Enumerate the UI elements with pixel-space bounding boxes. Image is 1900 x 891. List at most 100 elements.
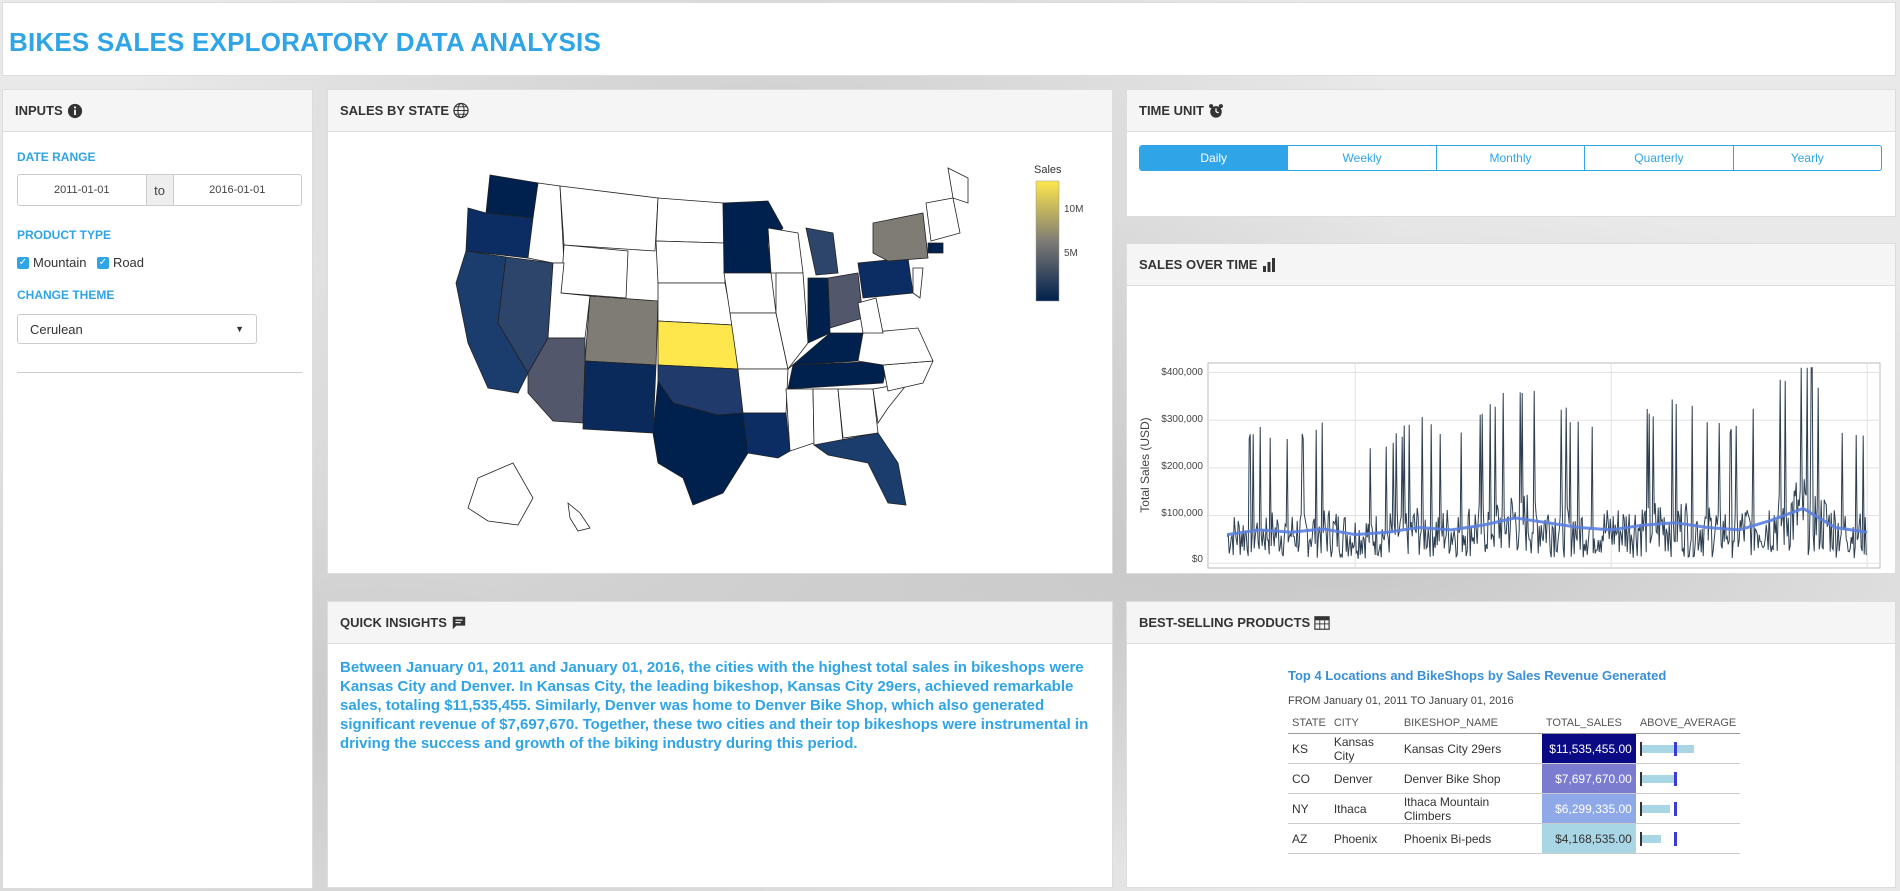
col-bikeshop: BIKESHOP_NAME <box>1399 713 1542 734</box>
app-title: BIKES SALES EXPLORATORY DATA ANALYSIS <box>9 27 602 57</box>
cell-total-sales: $7,697,670.00 <box>1541 763 1636 794</box>
state-nd <box>655 197 725 244</box>
state-va <box>857 327 934 366</box>
sales-over-time-panel: SALES OVER TIME $400,000 $300,000 $200,0… <box>1126 243 1896 574</box>
tab-yearly[interactable]: Yearly <box>1734 146 1881 170</box>
table-subtitle: FROM January 01, 2011 TO January 01, 201… <box>1288 695 1514 707</box>
theme-select[interactable]: Cerulean ▼ <box>17 314 257 344</box>
tab-quarterly[interactable]: Quarterly <box>1585 146 1734 170</box>
state-ia <box>723 272 777 314</box>
cell-above-average <box>1635 793 1741 824</box>
best-selling-header: BEST-SELLING PRODUCTS <box>1127 602 1895 644</box>
y-tick: $200,000 <box>1161 461 1203 472</box>
state-fl <box>813 432 907 506</box>
tab-daily[interactable]: Daily <box>1140 146 1289 170</box>
table-header-row: STATE CITY BIKESHOP_NAME TOTAL_SALES ABO… <box>1288 713 1741 734</box>
tab-monthly[interactable]: Monthly <box>1437 146 1586 170</box>
state-oh <box>827 272 864 329</box>
quick-insights-panel: QUICK INSIGHTS Between January 01, 2011 … <box>327 601 1113 888</box>
checkbox-checked-icon: ✓ <box>96 256 109 269</box>
us-map[interactable]: Sales 10M 5M <box>328 133 1112 573</box>
time-unit-panel: TIME UNIT Daily Weekly Monthly Quarterly… <box>1126 89 1896 217</box>
cell-bikeshop: Denver Bike Shop <box>1399 763 1542 794</box>
date-start-input[interactable]: 2011-01-01 <box>18 184 146 196</box>
cell-city: Kansas City <box>1329 733 1400 764</box>
date-range-input: 2011-01-01 to 2016-01-01 <box>17 174 302 206</box>
above-average-bar <box>1639 801 1722 816</box>
state-mt <box>559 185 659 252</box>
state-tn <box>787 360 889 390</box>
date-range-label: DATE RANGE <box>17 150 96 164</box>
state-me <box>947 167 969 204</box>
inputs-header: INPUTS <box>3 90 312 132</box>
table-row: CO Denver Denver Bike Shop $7,697,670.00 <box>1288 763 1741 794</box>
state-hi <box>567 502 591 532</box>
best-selling-panel: BEST-SELLING PRODUCTS Top 4 Locations an… <box>1126 601 1896 888</box>
legend-title: Sales <box>1034 164 1062 176</box>
state-nm <box>582 360 657 434</box>
alarm-clock-icon <box>1208 103 1224 119</box>
cell-state: NY <box>1288 793 1330 824</box>
checkbox-mountain-label: Mountain <box>33 255 87 270</box>
state-nc <box>882 360 934 392</box>
state-ak <box>467 462 534 526</box>
table-title: Top 4 Locations and BikeShops by Sales R… <box>1288 668 1667 683</box>
above-average-fill <box>1641 744 1694 753</box>
above-average-fill <box>1641 804 1671 813</box>
above-average-bar <box>1639 741 1722 756</box>
cell-city: Ithaca <box>1329 793 1400 824</box>
best-selling-title: BEST-SELLING PRODUCTS <box>1139 615 1311 630</box>
sales-by-state-title: SALES BY STATE <box>340 103 450 118</box>
state-nj <box>912 267 924 299</box>
average-marker <box>1673 831 1677 846</box>
legend-tick-5m: 5M <box>1064 248 1078 259</box>
above-average-fill <box>1641 834 1661 843</box>
checkbox-mountain[interactable]: ✓ Mountain <box>17 255 86 270</box>
sales-over-time-chart[interactable]: $400,000 $300,000 $200,000 $100,000 $0 2… <box>1127 287 1895 575</box>
col-total-sales: TOTAL_SALES <box>1541 713 1636 734</box>
date-end-input[interactable]: 2016-01-01 <box>174 184 302 196</box>
above-average-fill <box>1641 774 1677 783</box>
checkbox-road[interactable]: ✓ Road <box>96 255 144 270</box>
state-wa <box>485 174 539 219</box>
inputs-panel: INPUTS DATE RANGE 2011-01-01 to 2016-01-… <box>2 89 313 889</box>
cell-bikeshop: Phoenix Bi-peds <box>1399 823 1542 854</box>
info-icon[interactable] <box>67 103 83 119</box>
globe-icon <box>453 102 469 119</box>
state-mi <box>805 227 839 276</box>
product-type-label: PRODUCT TYPE <box>17 228 112 242</box>
cell-state: AZ <box>1288 823 1330 854</box>
y-tick: $100,000 <box>1161 508 1203 519</box>
col-above-average: ABOVE_AVERAGE <box>1635 713 1741 734</box>
cell-city: Denver <box>1329 763 1400 794</box>
legend-tick-10m: 10M <box>1064 204 1083 215</box>
state-shapes <box>455 167 969 532</box>
cell-state: CO <box>1288 763 1330 794</box>
col-city: CITY <box>1329 713 1400 734</box>
state-la <box>742 412 791 459</box>
y-axis-label: Total Sales (USD) <box>1138 417 1152 512</box>
quick-insights-title: QUICK INSIGHTS <box>340 615 447 630</box>
state-pa <box>857 257 914 299</box>
table-row: NY Ithaca Ithaca Mountain Climbers $6,299,3… <box>1288 793 1741 824</box>
table-row: KS Kansas City Kansas City 29ers $11,535,45… <box>1288 733 1741 764</box>
bar-chart-icon <box>1261 257 1277 273</box>
state-ar <box>737 368 789 414</box>
above-average-bar <box>1639 831 1722 846</box>
legend-colorbar <box>1035 180 1060 302</box>
cell-bikeshop: Kansas City 29ers <box>1399 733 1542 764</box>
comment-icon <box>451 615 467 631</box>
checkbox-checked-icon: ✓ <box>17 256 29 269</box>
y-tick: $0 <box>1192 554 1204 565</box>
cell-total-sales: $4,168,535.00 <box>1541 823 1636 854</box>
cell-state: KS <box>1288 733 1330 764</box>
tab-weekly[interactable]: Weekly <box>1288 146 1437 170</box>
time-unit-title: TIME UNIT <box>1139 103 1204 118</box>
theme-label: CHANGE THEME <box>17 288 115 302</box>
above-average-bar <box>1639 771 1722 786</box>
state-ms <box>785 388 815 452</box>
divider <box>17 372 302 373</box>
cell-bikeshop: Ithaca Mountain Climbers <box>1399 793 1542 824</box>
average-marker <box>1673 741 1677 756</box>
y-tick: $400,000 <box>1161 367 1203 378</box>
